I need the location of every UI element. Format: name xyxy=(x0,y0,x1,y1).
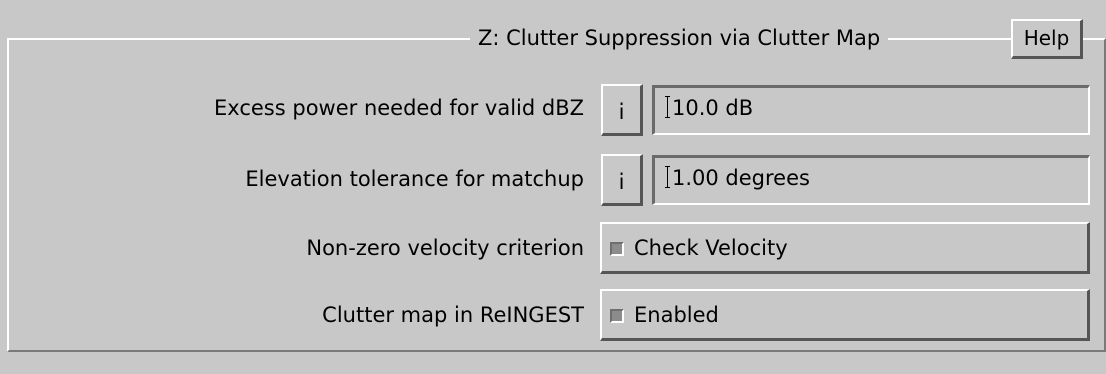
clutter-map-reingest-label: Clutter map in ReINGEST xyxy=(322,303,584,327)
check-velocity-toggle[interactable]: Check Velocity xyxy=(600,222,1090,274)
help-button[interactable]: Help xyxy=(1011,19,1083,59)
excess-power-field[interactable]: 10.0 dB xyxy=(652,85,1090,135)
excess-power-value: 10.0 dB xyxy=(672,96,754,120)
check-velocity-label: Check Velocity xyxy=(634,236,788,260)
elevation-tolerance-info-button[interactable]: i xyxy=(601,154,643,206)
elevation-tolerance-value: 1.00 degrees xyxy=(672,166,810,190)
panel-title: Z: Clutter Suppression via Clutter Map xyxy=(470,22,889,54)
velocity-criterion-label: Non-zero velocity criterion xyxy=(306,236,584,260)
checkbox-icon[interactable] xyxy=(610,309,624,323)
clutter-map-enabled-toggle[interactable]: Enabled xyxy=(600,289,1090,341)
elevation-tolerance-label: Elevation tolerance for matchup xyxy=(245,167,584,191)
text-cursor-icon xyxy=(665,166,670,188)
excess-power-label: Excess power needed for valid dBZ xyxy=(214,96,584,120)
elevation-tolerance-field[interactable]: 1.00 degrees xyxy=(652,155,1090,205)
clutter-map-enabled-label: Enabled xyxy=(634,303,719,327)
text-cursor-icon xyxy=(665,96,670,118)
checkbox-icon[interactable] xyxy=(610,242,624,256)
excess-power-info-button[interactable]: i xyxy=(601,84,643,136)
